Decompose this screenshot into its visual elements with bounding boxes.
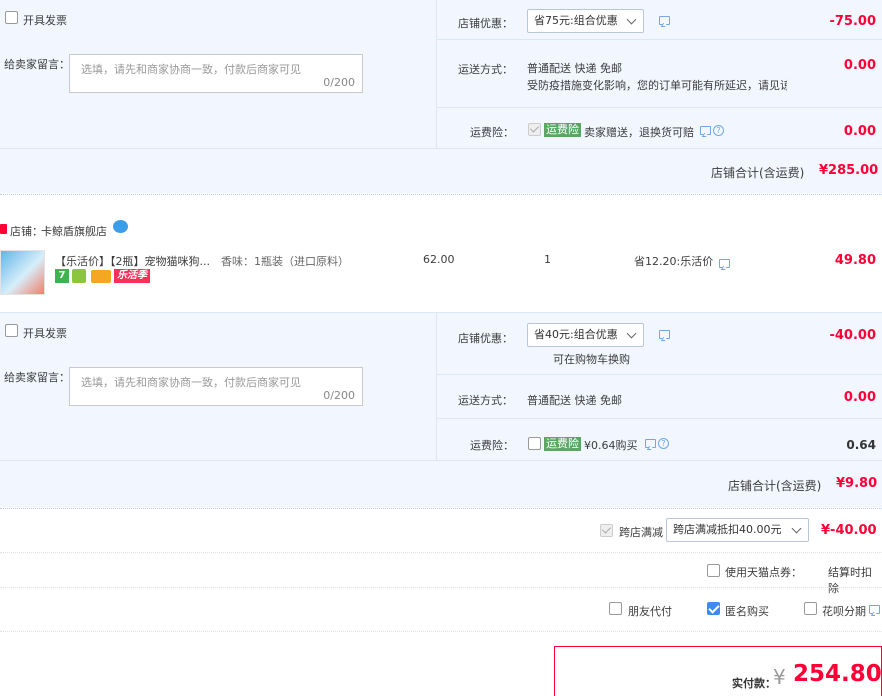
- chat-icon[interactable]: [659, 330, 670, 339]
- message-count: 0/200: [323, 389, 355, 402]
- shipping-value: 0.00: [843, 390, 876, 405]
- guarantee-icon: [72, 269, 86, 283]
- insurance-text: 卖家赠送，退换货可赔: [584, 126, 694, 139]
- invoice-label: 开具发票: [23, 327, 67, 340]
- help-icon[interactable]: ?: [713, 125, 724, 136]
- message-count: 0/200: [323, 76, 355, 89]
- message-label: 给卖家留言：: [4, 371, 70, 384]
- discount-select-value: 省75元:组合优惠: [534, 14, 618, 27]
- shipping-value: 0.00: [843, 58, 876, 73]
- product-thumbnail[interactable]: [0, 250, 45, 295]
- insurance-tag: 运费险: [544, 437, 581, 451]
- huabei-label: 花呗分期: [822, 605, 866, 618]
- product-title[interactable]: 【乐活价】【2瓶】宠物猫咪狗...: [55, 253, 210, 269]
- insurance-tag: 运费险: [544, 123, 581, 137]
- chevron-down-icon: [626, 328, 637, 339]
- insurance-value: 0.64: [846, 438, 876, 452]
- product-promo: 省12.20:乐活价: [634, 255, 714, 268]
- pay-value: 254.80: [793, 661, 882, 687]
- shipping-label: 运送方式：: [458, 63, 513, 76]
- pay-currency: ¥: [773, 665, 786, 689]
- chevron-down-icon: [791, 523, 802, 534]
- discount-select[interactable]: 省75元:组合优惠: [527, 9, 644, 33]
- cross-store-value: ¥-40.00: [821, 523, 877, 538]
- store-label: 店铺：: [10, 225, 43, 238]
- message-input[interactable]: 选填，请先和商家协商一致，付款后商家可见 0/200: [69, 54, 363, 93]
- invoice-checkbox[interactable]: [5, 324, 18, 337]
- insurance-label: 运费险：: [470, 439, 514, 452]
- insurance-checkbox: [528, 123, 541, 136]
- insurance-text: ¥0.64购买: [584, 439, 638, 452]
- chat-icon[interactable]: [659, 16, 670, 25]
- message-input[interactable]: 选填，请先和商家协商一致，付款后商家可见 0/200: [69, 367, 363, 406]
- huabei-checkbox[interactable]: [804, 602, 817, 615]
- product-subtotal: 49.80: [834, 253, 876, 268]
- cross-store-select-value: 跨店满减抵扣40.00元: [673, 523, 782, 536]
- shipping-note: 受防疫措施变化影响，您的订单可能有所延迟，请见谅: [527, 79, 787, 92]
- pay-label: 实付款：: [732, 677, 776, 690]
- invoice-checkbox[interactable]: [5, 11, 18, 24]
- message-label: 给卖家留言：: [4, 58, 70, 71]
- card-icon: [91, 270, 111, 283]
- cross-store-checkbox: [600, 524, 613, 537]
- cross-store-select[interactable]: 跨店满减抵扣40.00元: [666, 518, 809, 542]
- product-price: 62.00: [423, 253, 455, 266]
- friend-pay-checkbox[interactable]: [609, 602, 622, 615]
- shipping-method: 普通配送 快递 免邮: [527, 394, 622, 407]
- coupon-note: 结算时扣除: [828, 566, 872, 595]
- message-placeholder: 选填，请先和商家协商一致，付款后商家可见: [81, 63, 301, 76]
- coupon-label: 使用天猫点券：: [725, 566, 802, 579]
- discount-value: -40.00: [829, 328, 876, 343]
- product-variant: 香味：1瓶装（进口原料）: [221, 255, 349, 268]
- store2-total-value: ¥9.80: [836, 476, 878, 491]
- store1-total-value: ¥285.00: [819, 163, 879, 178]
- anonymous-checkbox[interactable]: [707, 602, 720, 615]
- friend-pay-label: 朋友代付: [628, 605, 672, 618]
- store1-total-label: 店铺合计(含运费): [711, 166, 805, 180]
- discount-select-value: 省40元:组合优惠: [534, 328, 618, 341]
- store2-total-label: 店铺合计(含运费): [728, 479, 822, 493]
- insurance-checkbox[interactable]: [528, 437, 541, 450]
- discount-label: 店铺优惠：: [458, 332, 513, 345]
- chat-icon[interactable]: [700, 126, 711, 135]
- message-placeholder: 选填，请先和商家协商一致，付款后商家可见: [81, 376, 301, 389]
- insurance-label: 运费险：: [470, 126, 514, 139]
- coupon-checkbox[interactable]: [707, 564, 720, 577]
- invoice-label: 开具发票: [23, 14, 67, 27]
- chat-icon[interactable]: [719, 259, 730, 268]
- chat-icon[interactable]: [645, 439, 656, 448]
- discount-label: 店铺优惠：: [458, 17, 513, 30]
- store-icon: [0, 224, 7, 234]
- lehuo-badge: 乐活季: [114, 269, 150, 283]
- discount-value: -75.00: [829, 14, 876, 29]
- discount-note[interactable]: 可在购物车换购: [553, 351, 630, 367]
- discount-select[interactable]: 省40元:组合优惠: [527, 323, 644, 347]
- cross-store-label: 跨店满减: [619, 526, 663, 539]
- help-icon[interactable]: ?: [658, 438, 669, 449]
- store-name[interactable]: 卡鲸盾旗舰店: [41, 223, 107, 239]
- anonymous-label: 匿名购买: [725, 605, 769, 618]
- chat-icon[interactable]: [869, 605, 880, 614]
- seven-day-badge: 7: [55, 269, 69, 283]
- product-quantity: 1: [544, 253, 551, 266]
- shipping-label: 运送方式：: [458, 394, 513, 407]
- chevron-down-icon: [626, 14, 637, 25]
- shipping-method: 普通配送 快递 免邮: [527, 62, 622, 75]
- wangwang-icon[interactable]: [113, 220, 128, 233]
- insurance-value: 0.00: [843, 124, 876, 139]
